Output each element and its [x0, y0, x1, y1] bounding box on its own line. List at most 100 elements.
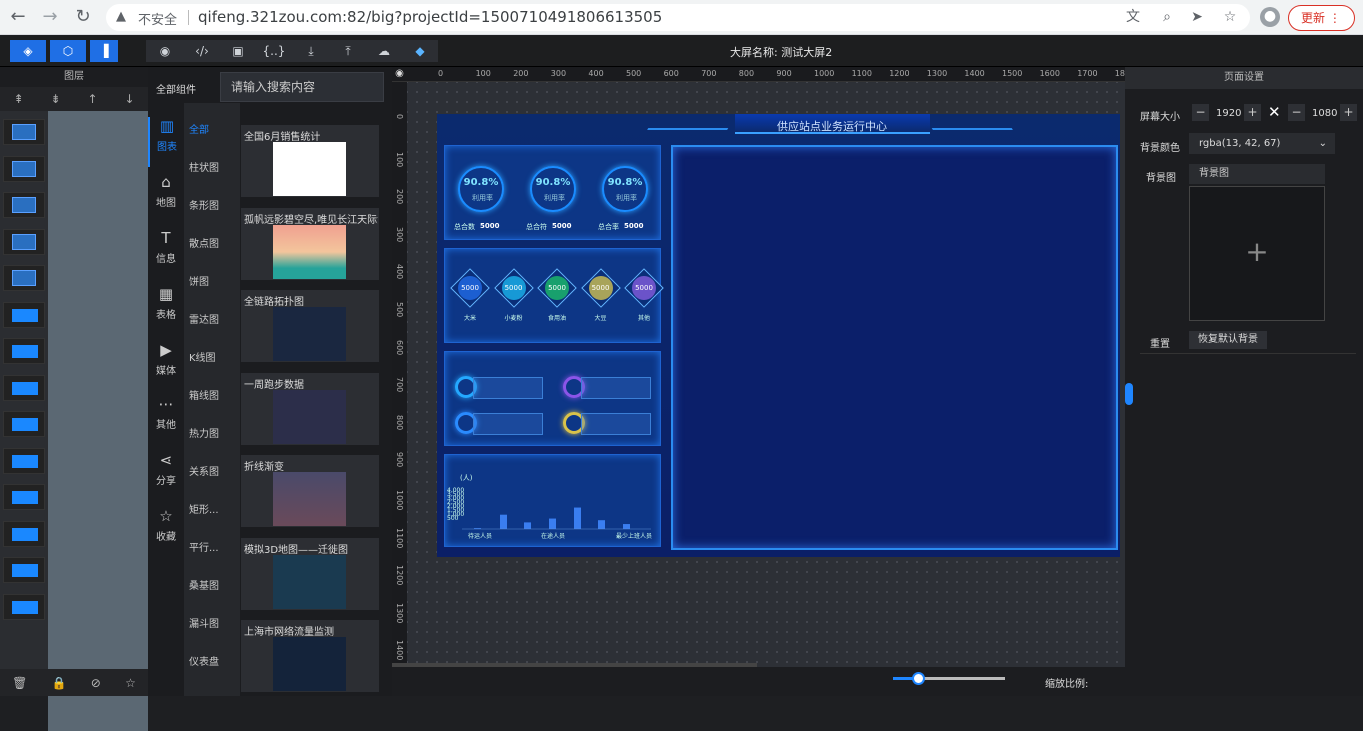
subcategory-item[interactable]: 柱状图	[189, 159, 219, 174]
component-card[interactable]: 全国6月销售统计	[241, 125, 379, 197]
save-icon[interactable]: ▣	[220, 40, 256, 62]
subcategory-item[interactable]: 全部	[189, 121, 209, 136]
plus-icon: +	[1245, 235, 1269, 268]
category-6[interactable]: ⋖ 分享	[148, 451, 184, 501]
layer-thumb-icon	[12, 491, 38, 504]
category-7[interactable]: ☆ 收藏	[148, 507, 184, 557]
editor-toolbar: ◈ ⬡ ▐ ◉ ‹/› ▣ {..} ⤓ ⤒ ☁ ◆ 大屏名称: 测试大屏2	[0, 36, 1363, 67]
subcategory-item[interactable]: 关系图	[189, 463, 219, 478]
translate-icon[interactable]: 文	[1124, 8, 1142, 26]
height-minus-button[interactable]: −	[1288, 104, 1305, 121]
component-card[interactable]: 全链路拓扑图	[241, 290, 379, 362]
zoom-icon[interactable]: ⌕	[1158, 8, 1176, 26]
component-card[interactable]: 一周跑步数据	[241, 372, 379, 445]
json-icon[interactable]: {..}	[256, 40, 292, 62]
category-5[interactable]: ⋯ 其他	[148, 395, 184, 445]
zoom-slider-knob[interactable]	[912, 672, 925, 685]
subcategory-item[interactable]: 饼图	[189, 273, 209, 288]
layer-item[interactable]	[3, 155, 45, 182]
width-value[interactable]: 1920	[1216, 108, 1241, 119]
gauge-total: 5000	[552, 222, 572, 230]
move-down-icon[interactable]: ↓	[124, 92, 134, 106]
delete-icon[interactable]: 🗑	[12, 676, 27, 690]
move-bottom-icon[interactable]: ⇟	[50, 92, 60, 106]
diamond-value: 5000	[458, 276, 482, 300]
export-icon[interactable]: ⤒	[330, 40, 366, 62]
component-card[interactable]: 孤帆远影碧空尽,唯见长江天际流	[241, 207, 379, 280]
bgimg-upload[interactable]: +	[1189, 186, 1325, 321]
layer-item[interactable]	[3, 192, 45, 218]
code-icon[interactable]: ‹/›	[184, 40, 220, 62]
subcategory-item[interactable]: 热力图	[189, 425, 219, 440]
reset-bg-button[interactable]: 恢复默认背景	[1189, 331, 1267, 349]
category-label: 分享	[156, 476, 176, 487]
cube-3d-icon[interactable]: ◆	[402, 40, 438, 62]
horizontal-scrollbar[interactable]	[392, 663, 757, 667]
send-icon[interactable]: ➤	[1188, 8, 1206, 26]
category-4[interactable]: ▶ 媒体	[148, 341, 184, 391]
panel-resize-handle[interactable]	[1125, 383, 1133, 405]
subcategory-item[interactable]: 漏斗图	[189, 615, 219, 630]
layer-item[interactable]	[3, 338, 45, 364]
forward-icon[interactable]: →	[40, 7, 60, 27]
profile-icon[interactable]: ●	[1260, 7, 1280, 27]
layer-item[interactable]	[3, 484, 45, 510]
favorite-icon[interactable]: ☆	[125, 676, 136, 690]
subcategory-item[interactable]: 条形图	[189, 197, 219, 212]
layer-item[interactable]	[3, 447, 45, 474]
category-1[interactable]: ⌂ 地图	[148, 173, 184, 223]
layer-thumb-icon	[12, 418, 38, 431]
width-minus-button[interactable]: −	[1192, 104, 1209, 121]
subcategory-item[interactable]: K线图	[189, 349, 216, 364]
reload-icon[interactable]: ↻	[73, 7, 93, 27]
component-card[interactable]: 上海市网络流量监测	[241, 620, 379, 692]
import-icon[interactable]: ⤓	[292, 40, 330, 62]
component-card[interactable]: 折线渐变	[241, 455, 379, 527]
layer-item[interactable]	[3, 119, 45, 145]
reset-label: 重置	[1150, 339, 1170, 350]
preview-icon[interactable]: ◉	[146, 40, 184, 62]
layer-item[interactable]	[3, 411, 45, 437]
category-2[interactable]: T 信息	[148, 229, 184, 279]
layer-item[interactable]	[3, 228, 45, 255]
component-card[interactable]: 模拟3D地图——迁徙图	[241, 537, 379, 610]
address-bar[interactable]: ▲ 不安全 qifeng.321zou.com:82/big?projectId…	[106, 4, 1250, 31]
subcategory-item[interactable]: 平行...	[189, 539, 219, 554]
lock-icon[interactable]: 🔒	[52, 676, 67, 690]
update-button[interactable]: 更新 ⋮	[1288, 5, 1355, 31]
layer-item[interactable]	[3, 557, 45, 583]
subcategory-item[interactable]: 雷达图	[189, 311, 219, 326]
layer-item[interactable]	[3, 301, 45, 328]
subcategory-item[interactable]: 桑基图	[189, 577, 219, 592]
bookmark-star-icon[interactable]: ☆	[1221, 8, 1239, 26]
bgimg-input[interactable]: 背景图	[1189, 164, 1325, 184]
height-value[interactable]: 1080	[1312, 108, 1337, 119]
hide-icon[interactable]: ⊘	[91, 676, 101, 690]
subcategory-item[interactable]: 箱线图	[189, 387, 219, 402]
layer-item[interactable]	[3, 374, 45, 401]
layer-item[interactable]	[3, 265, 45, 291]
move-top-icon[interactable]: ⇞	[13, 92, 23, 106]
main-view-frame[interactable]	[671, 145, 1118, 550]
category-3[interactable]: ▦ 表格	[148, 285, 184, 335]
gauge-total-label: 总合数	[454, 223, 475, 231]
move-up-icon[interactable]: ↑	[87, 92, 97, 106]
subcategory-item[interactable]: 矩形...	[189, 501, 219, 516]
layer-item[interactable]	[3, 520, 45, 547]
config-toggle-icon[interactable]: ▐	[90, 40, 118, 62]
search-input[interactable]: 请输入搜索内容	[220, 72, 384, 102]
cloud-upload-icon[interactable]: ☁	[366, 40, 402, 62]
components-toggle-icon[interactable]: ⬡	[50, 40, 86, 62]
width-plus-button[interactable]: +	[1244, 104, 1261, 121]
category-0[interactable]: ▥ 图表	[148, 117, 184, 167]
category-label: 收藏	[156, 532, 176, 543]
back-icon[interactable]: ←	[8, 7, 28, 27]
subcategory-item[interactable]: 散点图	[189, 235, 219, 250]
url-text[interactable]: qifeng.321zou.com:82/big?projectId=15007…	[198, 8, 662, 26]
subcategory-item[interactable]: 仪表盘	[189, 653, 219, 668]
layer-item[interactable]	[3, 593, 45, 620]
eye-icon[interactable]: ◉	[393, 68, 406, 81]
layers-toggle-icon[interactable]: ◈	[10, 40, 46, 62]
bgcolor-select[interactable]: rgba(13, 42, 67) ⌄	[1189, 133, 1335, 154]
height-plus-button[interactable]: +	[1340, 104, 1357, 121]
